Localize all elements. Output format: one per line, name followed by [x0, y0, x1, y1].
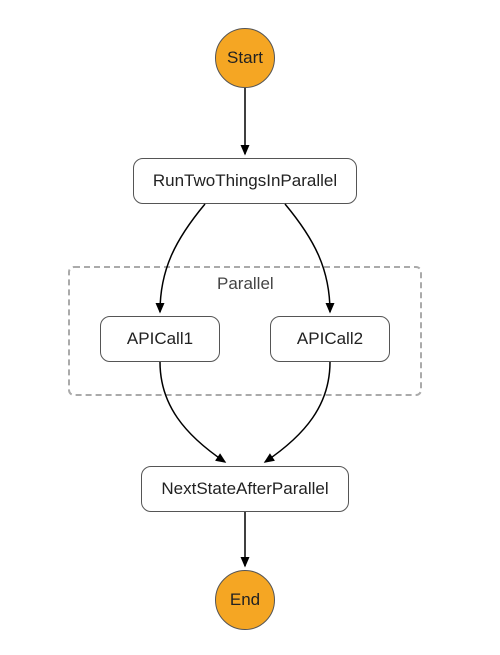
end-node: End [215, 570, 275, 630]
run-parallel-label: RunTwoThingsInParallel [153, 171, 337, 191]
next-state-node: NextStateAfterParallel [141, 466, 349, 512]
api-call-1-node: APICall1 [100, 316, 220, 362]
start-node: Start [215, 28, 275, 88]
start-node-label: Start [227, 48, 263, 68]
api-call-2-label: APICall2 [297, 329, 363, 349]
end-node-label: End [230, 590, 260, 610]
api-call-2-node: APICall2 [270, 316, 390, 362]
next-state-label: NextStateAfterParallel [161, 479, 328, 499]
api-call-1-label: APICall1 [127, 329, 193, 349]
parallel-group-label: Parallel [217, 274, 274, 294]
run-parallel-node: RunTwoThingsInParallel [133, 158, 357, 204]
